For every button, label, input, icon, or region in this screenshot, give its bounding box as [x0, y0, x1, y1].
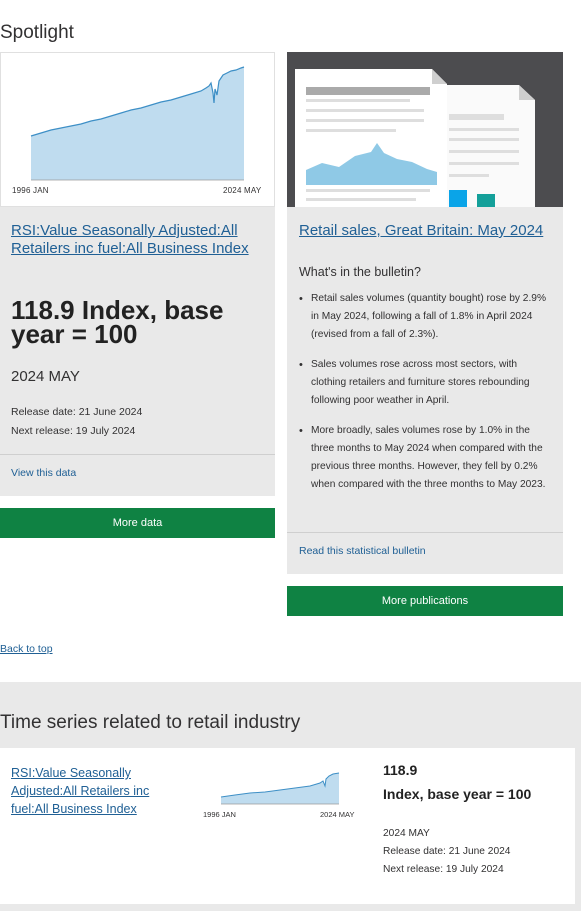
spotlight-heading: Spotlight: [0, 22, 74, 43]
related-item: RSI:Value Seasonally Adjusted:All Retail…: [0, 748, 575, 904]
chart-tick-start: 1996 JAN: [12, 186, 49, 195]
next-release: Next release: 19 July 2024: [11, 425, 136, 437]
series-card: 1996 JAN 2024 MAY RSI:Value Seasonally A…: [0, 52, 275, 496]
bulletin-illustration: [287, 52, 563, 207]
read-bulletin-link[interactable]: Read this statistical bulletin: [299, 545, 426, 557]
back-to-top-link[interactable]: Back to top: [0, 643, 53, 655]
related-section: Time series related to retail industry R…: [0, 682, 581, 911]
bulletin-bullets: Retail sales volumes (quantity bought) r…: [299, 290, 553, 506]
sparkline-chart: 1996 JAN 2024 MAY: [0, 52, 275, 207]
related-heading: Time series related to retail industry: [0, 712, 301, 733]
related-sparkline: [220, 772, 340, 805]
view-data-link[interactable]: View this data: [11, 467, 76, 479]
series-title-link[interactable]: RSI:Value Seasonally Adjusted:All Retail…: [11, 222, 261, 258]
related-next-release: Next release: 19 July 2024: [383, 864, 504, 875]
more-data-button[interactable]: More data: [0, 508, 275, 538]
related-tick-start: 1996 JAN: [203, 810, 236, 819]
more-publications-button[interactable]: More publications: [287, 586, 563, 616]
card-divider: [287, 532, 563, 533]
related-tick-end: 2024 MAY: [320, 810, 355, 819]
release-date: Release date: 21 June 2024: [11, 406, 143, 418]
bullet-item: More broadly, sales volumes rose by 1.0%…: [299, 422, 553, 494]
bulletin-title-link[interactable]: Retail sales, Great Britain: May 2024: [299, 222, 549, 240]
bullet-item: Retail sales volumes (quantity bought) r…: [299, 290, 553, 344]
series-value: 118.9 Index, base year = 100: [11, 295, 224, 349]
card-divider: [0, 454, 275, 455]
related-series-link[interactable]: RSI:Value Seasonally Adjusted:All Retail…: [11, 764, 171, 818]
series-period: 2024 MAY: [11, 368, 80, 385]
sparkline-area: [31, 67, 244, 180]
related-period: 2024 MAY: [383, 828, 430, 839]
related-value: 118.9: [383, 762, 418, 778]
related-unit: Index, base year = 100: [383, 786, 532, 802]
bullet-item: Sales volumes rose across most sectors, …: [299, 356, 553, 410]
chart-tick-end: 2024 MAY: [223, 186, 262, 195]
related-release-date: Release date: 21 June 2024: [383, 846, 511, 857]
bulletin-card: Retail sales, Great Britain: May 2024 Wh…: [287, 52, 563, 574]
bulletin-subheading: What's in the bulletin?: [299, 265, 421, 279]
